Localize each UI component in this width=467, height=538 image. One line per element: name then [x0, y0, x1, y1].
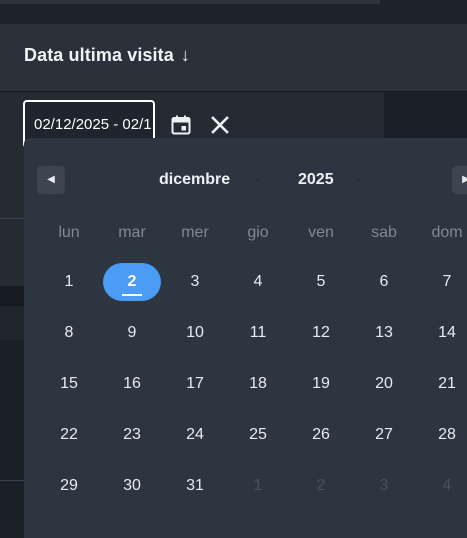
calendar-day[interactable]: 4	[238, 273, 278, 291]
calendar-day[interactable]: 25	[238, 426, 278, 444]
calendar-day[interactable]: 29	[49, 477, 89, 495]
filter-row-right	[384, 92, 467, 140]
calendar-day[interactable]: 17	[175, 375, 215, 393]
today-underline	[122, 294, 142, 296]
chevron-left-icon[interactable]: ◀	[37, 166, 65, 194]
bg-row	[0, 219, 24, 286]
calendar-day[interactable]: 3	[175, 273, 215, 291]
calendar-day-selected[interactable]: 2	[103, 263, 161, 301]
date-range-value: 02/12/2025 - 02/1	[34, 116, 152, 133]
calendar-day[interactable]: 30	[112, 477, 152, 495]
weekday-label: gio	[247, 224, 269, 241]
top-shade	[0, 0, 380, 4]
calendar-day[interactable]: 26	[301, 426, 341, 444]
bg-row	[0, 481, 24, 519]
calendar-day[interactable]: 19	[301, 375, 341, 393]
calendar-day[interactable]: 5	[301, 273, 341, 291]
calendar-day[interactable]: 18	[238, 375, 278, 393]
bg-row	[0, 340, 24, 480]
calendar-day[interactable]: 12	[301, 324, 341, 342]
background-rows	[0, 140, 24, 519]
year-chevron-down-icon[interactable]: ⌄	[354, 171, 363, 184]
calendar-day[interactable]: 20	[364, 375, 404, 393]
date-picker-popup: ◀ dicembre ⌄ 2025 ⌄ ▶ lun mar mer gio ve…	[24, 138, 467, 538]
month-select[interactable]: dicembre	[159, 171, 230, 189]
weekday-label: lun	[58, 224, 80, 241]
arrow-down-icon[interactable]: ↓	[181, 45, 190, 65]
bg-row	[0, 306, 24, 340]
calendar-day-outside-month: 3	[379, 477, 389, 494]
calendar-day[interactable]: 13	[364, 324, 404, 342]
selected-day-label: 2	[127, 273, 137, 290]
calendar-day[interactable]: 9	[112, 324, 152, 342]
calendar-day-outside-month: 1	[253, 477, 263, 494]
calendar-day-outside-month: 4	[442, 477, 452, 494]
column-title[interactable]: Data ultima visita ↓	[24, 45, 190, 66]
top-strip	[0, 0, 467, 24]
weekday-label: mar	[118, 224, 146, 241]
calendar-day[interactable]: 6	[364, 273, 404, 291]
calendar-day-outside-month: 2	[316, 477, 326, 494]
calendar-day[interactable]: 31	[175, 477, 215, 495]
month-chevron-down-icon[interactable]: ⌄	[254, 171, 263, 184]
calendar-day[interactable]: 14	[427, 324, 467, 342]
calendar-day[interactable]: 23	[112, 426, 152, 444]
chevron-right-icon[interactable]: ▶	[452, 166, 467, 194]
close-icon[interactable]	[208, 113, 232, 137]
column-title-label: Data ultima visita	[24, 45, 174, 65]
calendar-day[interactable]: 28	[427, 426, 467, 444]
column-header[interactable]: Data ultima visita ↓	[0, 24, 467, 92]
calendar-day[interactable]: 1	[49, 273, 89, 291]
weekday-label: dom	[431, 224, 463, 241]
calendar-day[interactable]: 15	[49, 375, 89, 393]
calendar-day[interactable]: 7	[427, 273, 467, 291]
calendar-day[interactable]: 27	[364, 426, 404, 444]
calendar-day[interactable]: 8	[49, 324, 89, 342]
weekday-label: ven	[308, 224, 334, 241]
calendar-day[interactable]: 10	[175, 324, 215, 342]
calendar-day[interactable]: 21	[427, 375, 467, 393]
calendar-icon[interactable]	[169, 113, 193, 137]
year-select[interactable]: 2025	[298, 171, 334, 189]
calendar-day[interactable]: 22	[49, 426, 89, 444]
weekday-label: sab	[371, 224, 397, 241]
calendar-day[interactable]: 16	[112, 375, 152, 393]
calendar-day[interactable]: 11	[238, 324, 278, 342]
bg-row	[0, 286, 24, 306]
bg-row	[0, 140, 24, 218]
calendar-day[interactable]: 24	[175, 426, 215, 444]
weekday-label: mer	[181, 224, 209, 241]
